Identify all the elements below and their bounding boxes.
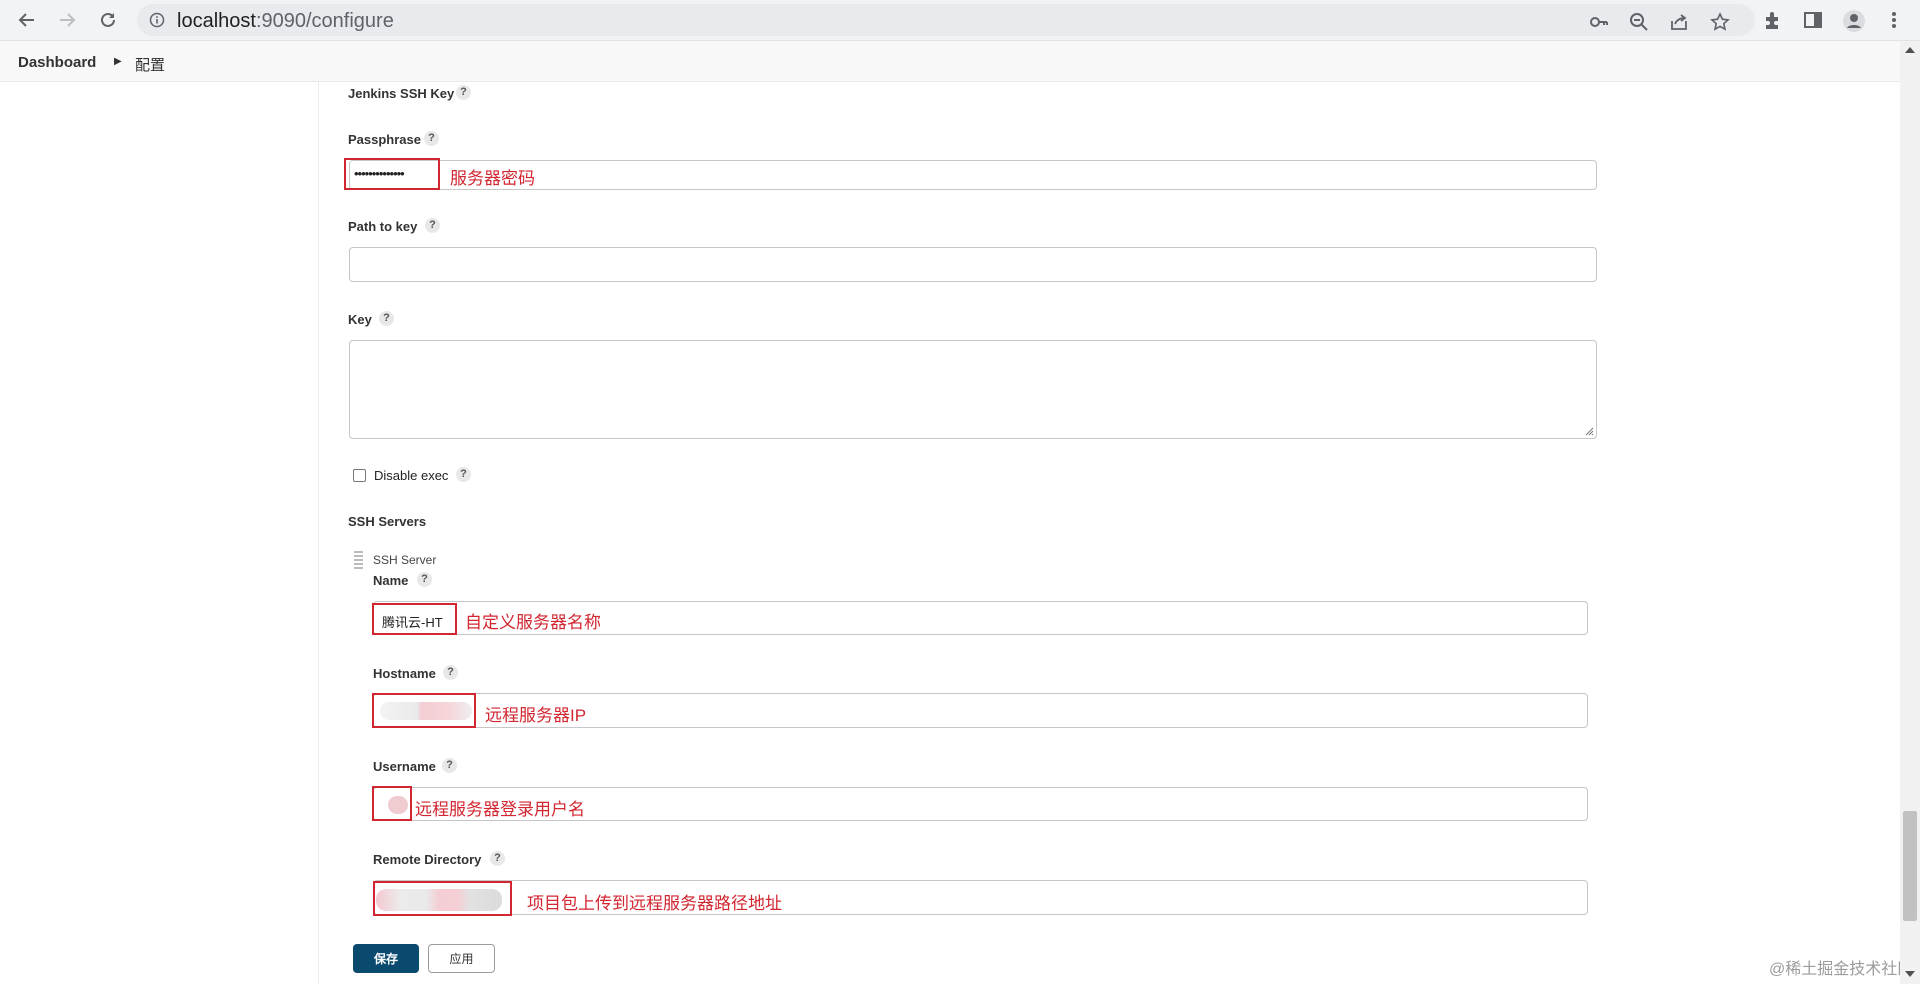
remote-directory-annotation: 项目包上传到远程服务器路径地址 xyxy=(527,894,782,913)
browser-toolbar: localhost:9090/configure xyxy=(0,0,1920,41)
breadcrumb-chevron-icon[interactable]: ▶ xyxy=(114,56,122,67)
back-icon[interactable] xyxy=(15,8,39,32)
hostname-label: Hostname xyxy=(373,666,436,681)
path-to-key-label: Path to key xyxy=(348,219,418,234)
passphrase-field[interactable] xyxy=(349,160,1597,190)
url-text: localhost:9090/configure xyxy=(177,10,394,33)
name-label: Name xyxy=(373,573,409,588)
zoom-icon[interactable] xyxy=(1629,12,1649,32)
sidebar-divider xyxy=(318,81,319,984)
sidepanel-icon[interactable] xyxy=(1802,9,1824,31)
scroll-down-icon[interactable] xyxy=(1905,971,1915,977)
disable-exec-checkbox[interactable] xyxy=(353,469,366,482)
ssh-server-label: SSH Server xyxy=(373,553,437,567)
help-icon[interactable]: ? xyxy=(456,85,471,100)
scroll-up-icon[interactable] xyxy=(1905,47,1915,53)
help-icon[interactable]: ? xyxy=(490,851,505,866)
key-icon[interactable] xyxy=(1589,12,1609,32)
username-annotation: 远程服务器登录用户名 xyxy=(415,800,585,819)
drag-handle-icon[interactable] xyxy=(354,551,363,569)
help-icon[interactable]: ? xyxy=(456,467,471,482)
passphrase-label: Passphrase xyxy=(348,132,421,147)
profile-icon[interactable] xyxy=(1842,9,1865,32)
help-icon[interactable]: ? xyxy=(425,218,440,233)
save-button[interactable]: 保存 xyxy=(353,944,419,973)
help-icon[interactable]: ? xyxy=(417,572,432,587)
name-annotation: 自定义服务器名称 xyxy=(465,613,601,632)
scrollbar-thumb[interactable] xyxy=(1903,811,1917,921)
username-highlight xyxy=(372,786,412,821)
jenkins-ssh-key-label: Jenkins SSH Key xyxy=(348,86,455,101)
info-icon[interactable] xyxy=(149,12,165,33)
name-value: 腾讯云-HT xyxy=(382,615,443,630)
extensions-icon[interactable] xyxy=(1762,9,1784,31)
remote-directory-highlight xyxy=(373,881,512,916)
watermark: @稀土掘金技术社区 xyxy=(1769,961,1914,978)
help-icon[interactable]: ? xyxy=(443,665,458,680)
hostname-annotation: 远程服务器IP xyxy=(485,706,587,725)
scrollbar[interactable] xyxy=(1900,41,1920,984)
forward-icon[interactable] xyxy=(55,8,79,32)
help-icon[interactable]: ? xyxy=(379,311,394,326)
url-host: localhost xyxy=(177,10,256,32)
key-textarea[interactable] xyxy=(349,340,1597,439)
menu-icon[interactable] xyxy=(1883,9,1905,31)
breadcrumb-dashboard[interactable]: Dashboard xyxy=(18,54,96,71)
ssh-servers-label: SSH Servers xyxy=(348,514,427,529)
address-bar[interactable]: localhost:9090/configure xyxy=(137,4,1755,36)
path-to-key-input[interactable] xyxy=(349,247,1597,282)
reload-icon[interactable] xyxy=(96,8,120,32)
resize-handle-icon[interactable] xyxy=(1584,426,1594,436)
share-icon[interactable] xyxy=(1669,12,1689,32)
passphrase-annotation: 服务器密码 xyxy=(450,169,535,188)
breadcrumb-current: 配置 xyxy=(135,57,166,74)
apply-button[interactable]: 应用 xyxy=(428,944,495,973)
key-label: Key xyxy=(348,312,372,327)
help-icon[interactable]: ? xyxy=(442,758,457,773)
disable-exec-label: Disable exec xyxy=(374,468,449,483)
remote-directory-label: Remote Directory xyxy=(373,852,482,867)
url-path: :9090/configure xyxy=(255,10,394,32)
help-icon[interactable]: ? xyxy=(424,131,439,146)
breadcrumb: Dashboard ▶ 配置 xyxy=(0,41,1920,82)
passphrase-value: •••••••••••••• xyxy=(354,166,405,181)
username-label: Username xyxy=(373,759,436,774)
star-icon[interactable] xyxy=(1710,12,1730,32)
hostname-highlight xyxy=(372,693,476,728)
